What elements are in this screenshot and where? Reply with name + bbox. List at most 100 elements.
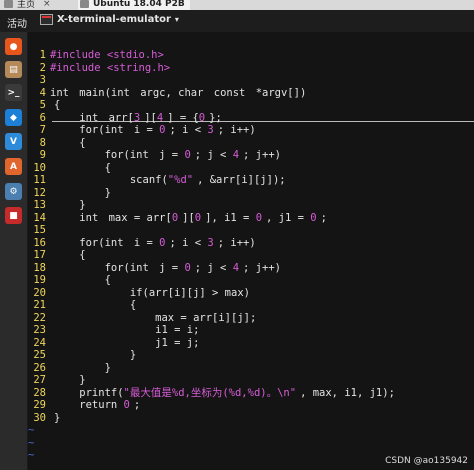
code-token: i1 = i; — [54, 324, 200, 336]
vscode-icon[interactable]: ◆ — [5, 109, 22, 126]
code-line: 11 scanf("%d", &arr[i][j]); — [28, 174, 286, 187]
code-token: ; — [133, 399, 141, 411]
code-line: 5{ — [28, 99, 61, 112]
code-token: 0 — [198, 111, 206, 124]
line-number: 10 — [33, 161, 46, 174]
code-token: char — [178, 86, 204, 99]
code-token: scanf( — [54, 174, 168, 186]
code-token: argc, — [133, 86, 179, 99]
code-token: for( — [54, 124, 105, 136]
code-text: for(int i = 0; i < 3; i++) — [50, 124, 256, 136]
code-text: } — [50, 374, 85, 386]
code-line: 29 return 0; — [28, 399, 140, 412]
line-number: 11 — [33, 174, 46, 186]
settings-icon[interactable]: ⚙ — [5, 183, 22, 200]
code-text: if(arr[i][j] > max) — [50, 287, 250, 299]
code-token: 0 — [123, 399, 130, 411]
code-token: 0 — [255, 211, 263, 224]
terminal-icon[interactable]: >_ — [5, 84, 22, 101]
code-token: 0 — [159, 124, 166, 136]
home-icon — [4, 0, 13, 8]
code-text: j1 = j; — [50, 337, 199, 349]
code-line: 22 max = arr[i][j]; — [28, 312, 256, 325]
app-menu[interactable]: X-terminal-emulator ▾ — [40, 14, 179, 25]
line-number: 28 — [33, 386, 46, 399]
code-token: printf( — [54, 386, 124, 399]
code-line: 16 for(int i = 0; i < 3; i++) — [28, 236, 256, 250]
code-token: , &arr[i][j]); — [197, 174, 286, 186]
code-token: , j1 = — [266, 211, 311, 224]
code-text: { — [50, 99, 60, 111]
code-token: #include — [50, 61, 107, 74]
code-line: 9 for(int j = 0; j < 4; j++) — [28, 149, 281, 162]
line-number: 6 — [39, 111, 46, 124]
code-token: ; j < — [194, 149, 233, 161]
code-token: ; i++) — [217, 124, 256, 136]
code-line: 8 { — [28, 137, 86, 150]
line-number: 19 — [33, 274, 46, 286]
code-text: for(int i = 0; i < 3; i++) — [50, 236, 256, 249]
software-center-icon[interactable]: A — [5, 158, 22, 175]
code-token: 3 — [133, 111, 141, 124]
vnote-icon[interactable]: V — [5, 133, 22, 150]
code-text: } — [50, 362, 111, 374]
close-icon[interactable]: × — [43, 0, 51, 9]
chevron-down-icon: ▾ — [174, 15, 179, 24]
empty-line-tilde: ~ — [28, 449, 35, 461]
firefox-icon[interactable]: ● — [5, 38, 22, 55]
tab-ubuntu-vm[interactable]: Ubuntu 18.04 P2B — [78, 0, 190, 10]
code-token: , max, i1, j1); — [300, 386, 395, 399]
code-text: #include <string.h> — [50, 62, 170, 74]
code-token: int — [79, 111, 99, 124]
code-token: for( — [54, 149, 130, 161]
vm-icon — [80, 0, 89, 8]
code-token: { — [54, 274, 111, 286]
code-token: } — [54, 199, 86, 211]
line-number: 3 — [39, 74, 46, 86]
code-token: } — [54, 186, 111, 199]
code-text: scanf("%d", &arr[i][j]); — [50, 174, 286, 186]
terminal-editor[interactable]: 1 #include <stdio.h> 2 #include <string.h> 3… — [28, 32, 474, 470]
code-token: { — [54, 161, 111, 174]
code-token: ; i++) — [217, 236, 256, 249]
line-number: 12 — [33, 186, 46, 199]
code-line: 21 { — [28, 299, 136, 312]
code-token: } — [54, 361, 111, 374]
code-token: "%d" — [167, 174, 194, 186]
code-line: 12 } — [28, 187, 111, 200]
code-line: 2 #include <string.h> — [28, 62, 170, 75]
code-token: "最大值是%d,坐标为(%d,%d)。\n" — [123, 386, 297, 399]
files-icon[interactable]: ▤ — [5, 61, 22, 78]
code-text: i1 = i; — [50, 324, 199, 336]
code-text: int arr[3][4] = {0}; — [50, 111, 221, 124]
activities-button[interactable]: 活动 — [7, 15, 27, 30]
app-icon[interactable]: ■ — [5, 207, 22, 224]
code-token: i = — [127, 124, 160, 136]
code-token: arr[ — [102, 111, 134, 124]
code-line: 23 i1 = i; — [28, 324, 199, 337]
line-number: 7 — [39, 124, 46, 136]
code-line: 1 #include <stdio.h> — [28, 49, 164, 62]
code-text: printf("最大值是%d,坐标为(%d,%d)。\n", max, i1, … — [50, 387, 395, 399]
code-line: 17 { — [28, 249, 85, 262]
code-token: int — [129, 149, 149, 161]
line-number: 1 — [39, 49, 46, 61]
dock: ● ▤ >_ ◆ V A ⚙ ■ — [0, 32, 27, 470]
line-number: 14 — [33, 211, 46, 224]
code-token: 3 — [207, 236, 214, 249]
code-token: 4 — [232, 261, 240, 274]
code-token: } — [54, 411, 61, 424]
code-token: ; — [320, 211, 327, 224]
code-token: ; i < — [169, 236, 208, 249]
code-token: } — [54, 349, 137, 361]
code-token: { — [54, 99, 61, 111]
line-number: 22 — [33, 311, 46, 324]
tab-home[interactable]: 主页 × — [4, 0, 74, 10]
code-token: i = — [127, 236, 160, 249]
code-token: j = — [152, 261, 185, 274]
line-number: 20 — [33, 286, 46, 299]
line-number: 21 — [33, 299, 46, 311]
code-token: ], i1 = — [205, 211, 256, 224]
code-line: 6 int arr[3][4] = {0}; — [28, 112, 222, 125]
